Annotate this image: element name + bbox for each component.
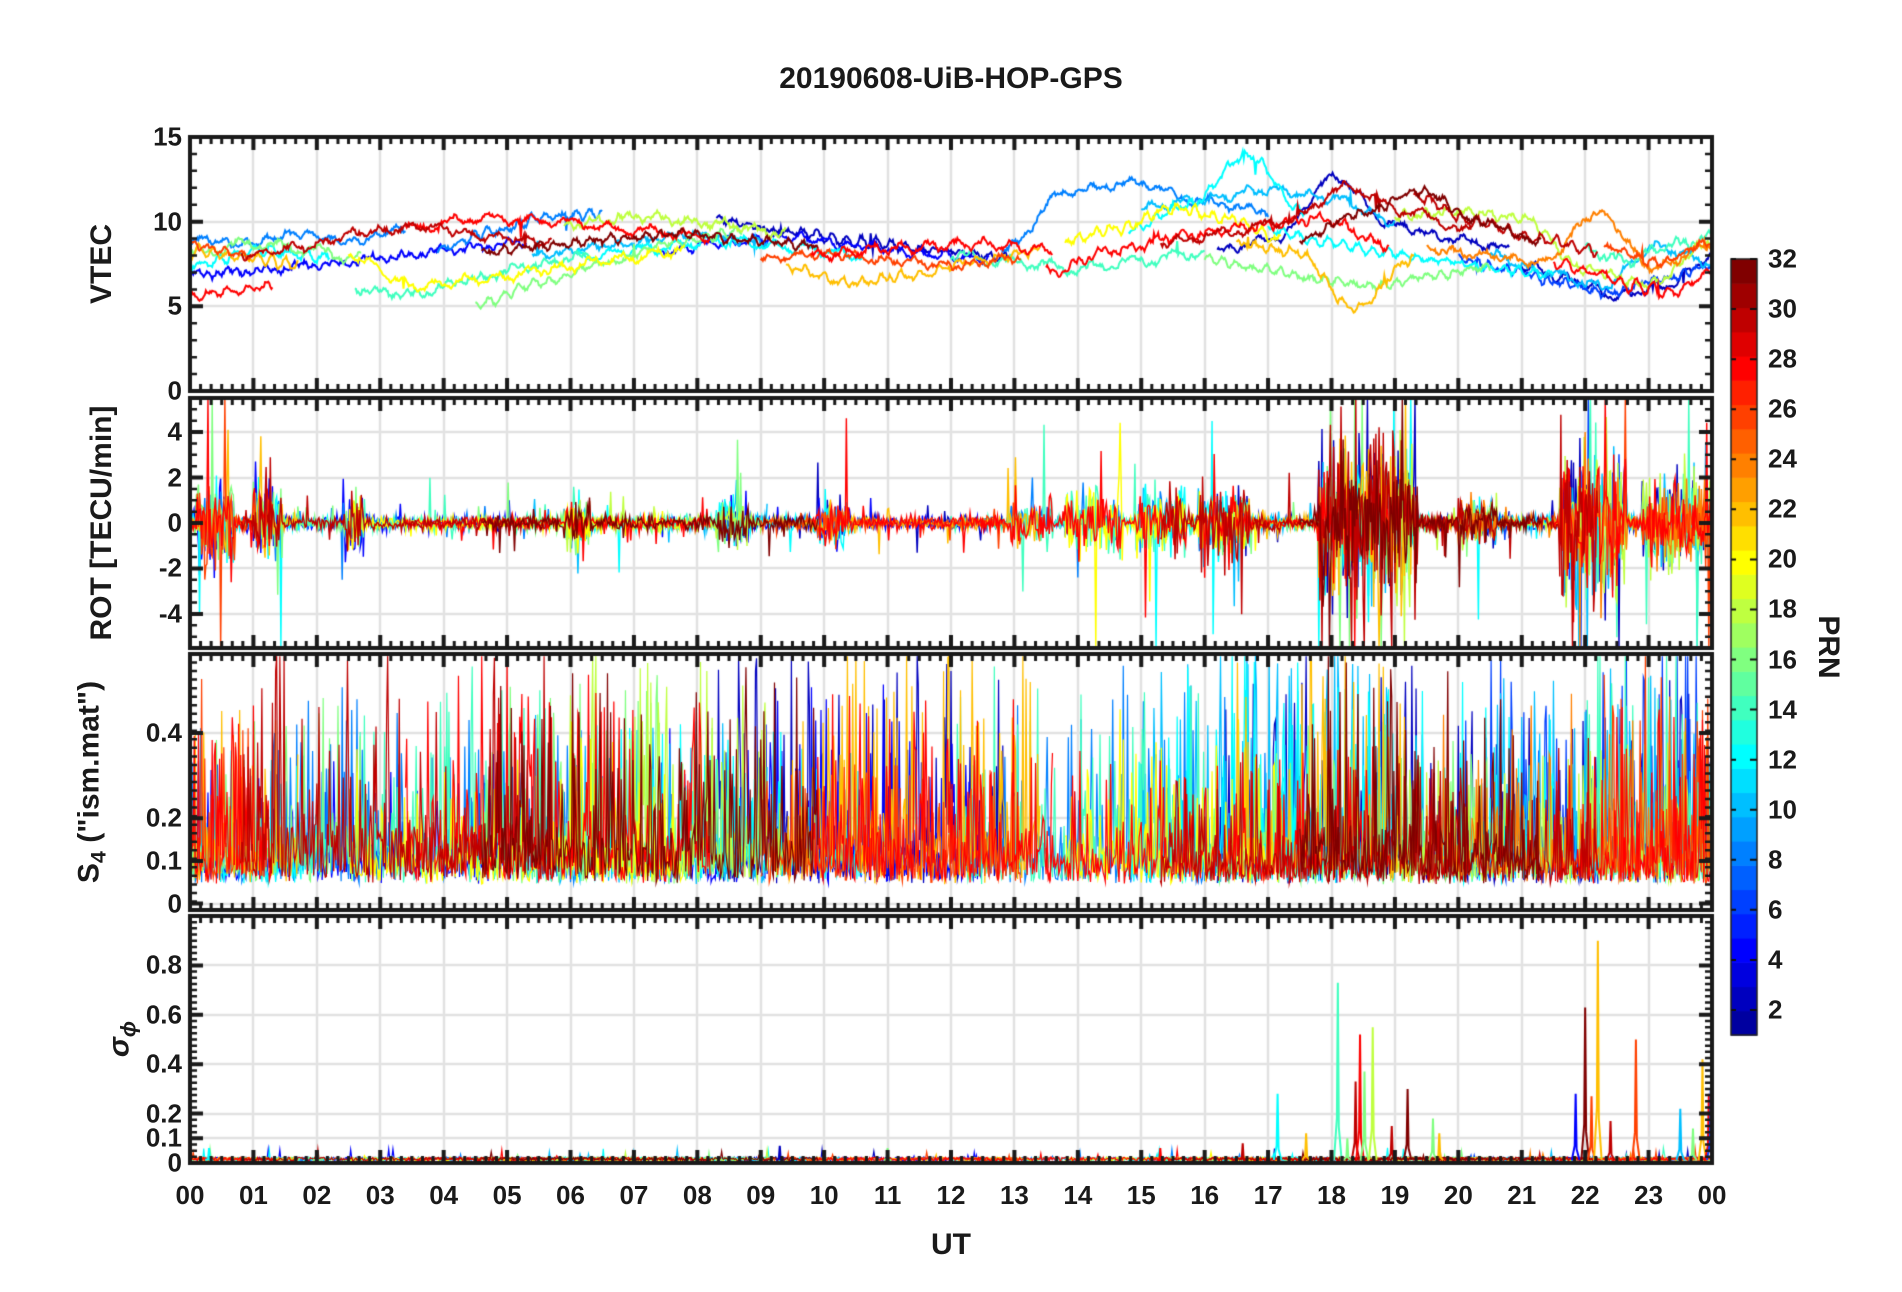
colorbar-tick-label: 22 [1768, 493, 1797, 524]
y-tick-label-panel2: 0 [167, 888, 182, 919]
y-tick-label-panel0: 10 [153, 206, 182, 237]
xaxis-label: UT [931, 1228, 971, 1261]
x-tick-label: 19 [1380, 1180, 1410, 1210]
x-tick-label: 12 [936, 1180, 966, 1210]
y-tick-label-panel1: 0 [167, 507, 182, 538]
colorbar-tick-label: 26 [1768, 393, 1797, 424]
y-tick-label-panel3: 0.2 [145, 1098, 182, 1129]
x-tick-label: 07 [619, 1180, 649, 1210]
x-tick-label: 20 [1443, 1180, 1473, 1210]
y-tick-label-panel1: 4 [167, 416, 182, 447]
colorbar-tick-label: 10 [1768, 794, 1797, 825]
colorbar-tick-label: 30 [1768, 293, 1797, 324]
x-tick-label: 13 [999, 1180, 1029, 1210]
colorbar-tick-label: 12 [1768, 744, 1797, 775]
x-tick-label: 00 [1697, 1180, 1727, 1210]
x-tick-label: 02 [302, 1180, 332, 1210]
y-tick-label-panel3: 0.8 [145, 949, 182, 980]
x-tick-label: 00 [175, 1180, 205, 1210]
colorbar-label: PRN [1812, 615, 1845, 679]
colorbar-tick-label: 28 [1768, 343, 1797, 374]
colorbar-tick-label: 16 [1768, 644, 1797, 675]
colorbar-tick-label: 2 [1768, 994, 1783, 1025]
plot-canvas [0, 0, 1902, 1292]
y-tick-label-panel3: 0.6 [145, 999, 182, 1030]
y-tick-label-panel2: 0.1 [145, 845, 182, 876]
x-tick-label: 08 [682, 1180, 712, 1210]
chart-title: 20190608-UiB-HOP-GPS [779, 62, 1123, 95]
x-tick-label: 09 [746, 1180, 776, 1210]
x-tick-label: 23 [1634, 1180, 1664, 1210]
x-tick-label: 15 [1126, 1180, 1156, 1210]
y-tick-label-panel3: 0.4 [145, 1048, 182, 1079]
colorbar-tick-label: 14 [1768, 694, 1797, 725]
y-tick-label-panel0: 0 [167, 375, 182, 406]
colorbar-tick-label: 20 [1768, 543, 1797, 574]
x-tick-label: 06 [556, 1180, 585, 1210]
gps-ionosphere-figure: 20190608-UiB-HOP-GPS VTEC ROT [TECU/min]… [0, 0, 1902, 1292]
x-tick-label: 22 [1570, 1180, 1600, 1210]
y-tick-label-panel1: 2 [167, 462, 182, 493]
y-tick-label-panel0: 5 [167, 290, 182, 321]
y-tick-label-panel2: 0.2 [145, 802, 182, 833]
colorbar-tick-label: 4 [1768, 944, 1783, 975]
y-tick-label-panel2: 0.4 [145, 717, 182, 748]
x-tick-label: 21 [1507, 1180, 1537, 1210]
x-tick-label: 10 [809, 1180, 839, 1210]
y-tick-label-panel1: -4 [158, 598, 182, 629]
colorbar-tick-label: 8 [1768, 844, 1783, 875]
colorbar-tick-label: 24 [1768, 443, 1797, 474]
x-tick-label: 11 [873, 1180, 902, 1210]
colorbar-tick-label: 6 [1768, 894, 1783, 925]
colorbar-tick-label: 32 [1768, 243, 1797, 274]
x-tick-label: 01 [238, 1180, 268, 1210]
y-tick-label-panel1: -2 [158, 552, 182, 583]
x-tick-label: 05 [492, 1180, 522, 1210]
colorbar-tick-label: 18 [1768, 593, 1797, 624]
x-tick-label: 17 [1253, 1180, 1283, 1210]
x-tick-label: 14 [1063, 1180, 1093, 1210]
x-tick-label: 04 [429, 1180, 459, 1210]
x-tick-label: 16 [1190, 1180, 1220, 1210]
y-tick-label-panel0: 15 [153, 121, 182, 152]
x-tick-label: 18 [1317, 1180, 1346, 1210]
x-tick-label: 03 [365, 1180, 395, 1210]
